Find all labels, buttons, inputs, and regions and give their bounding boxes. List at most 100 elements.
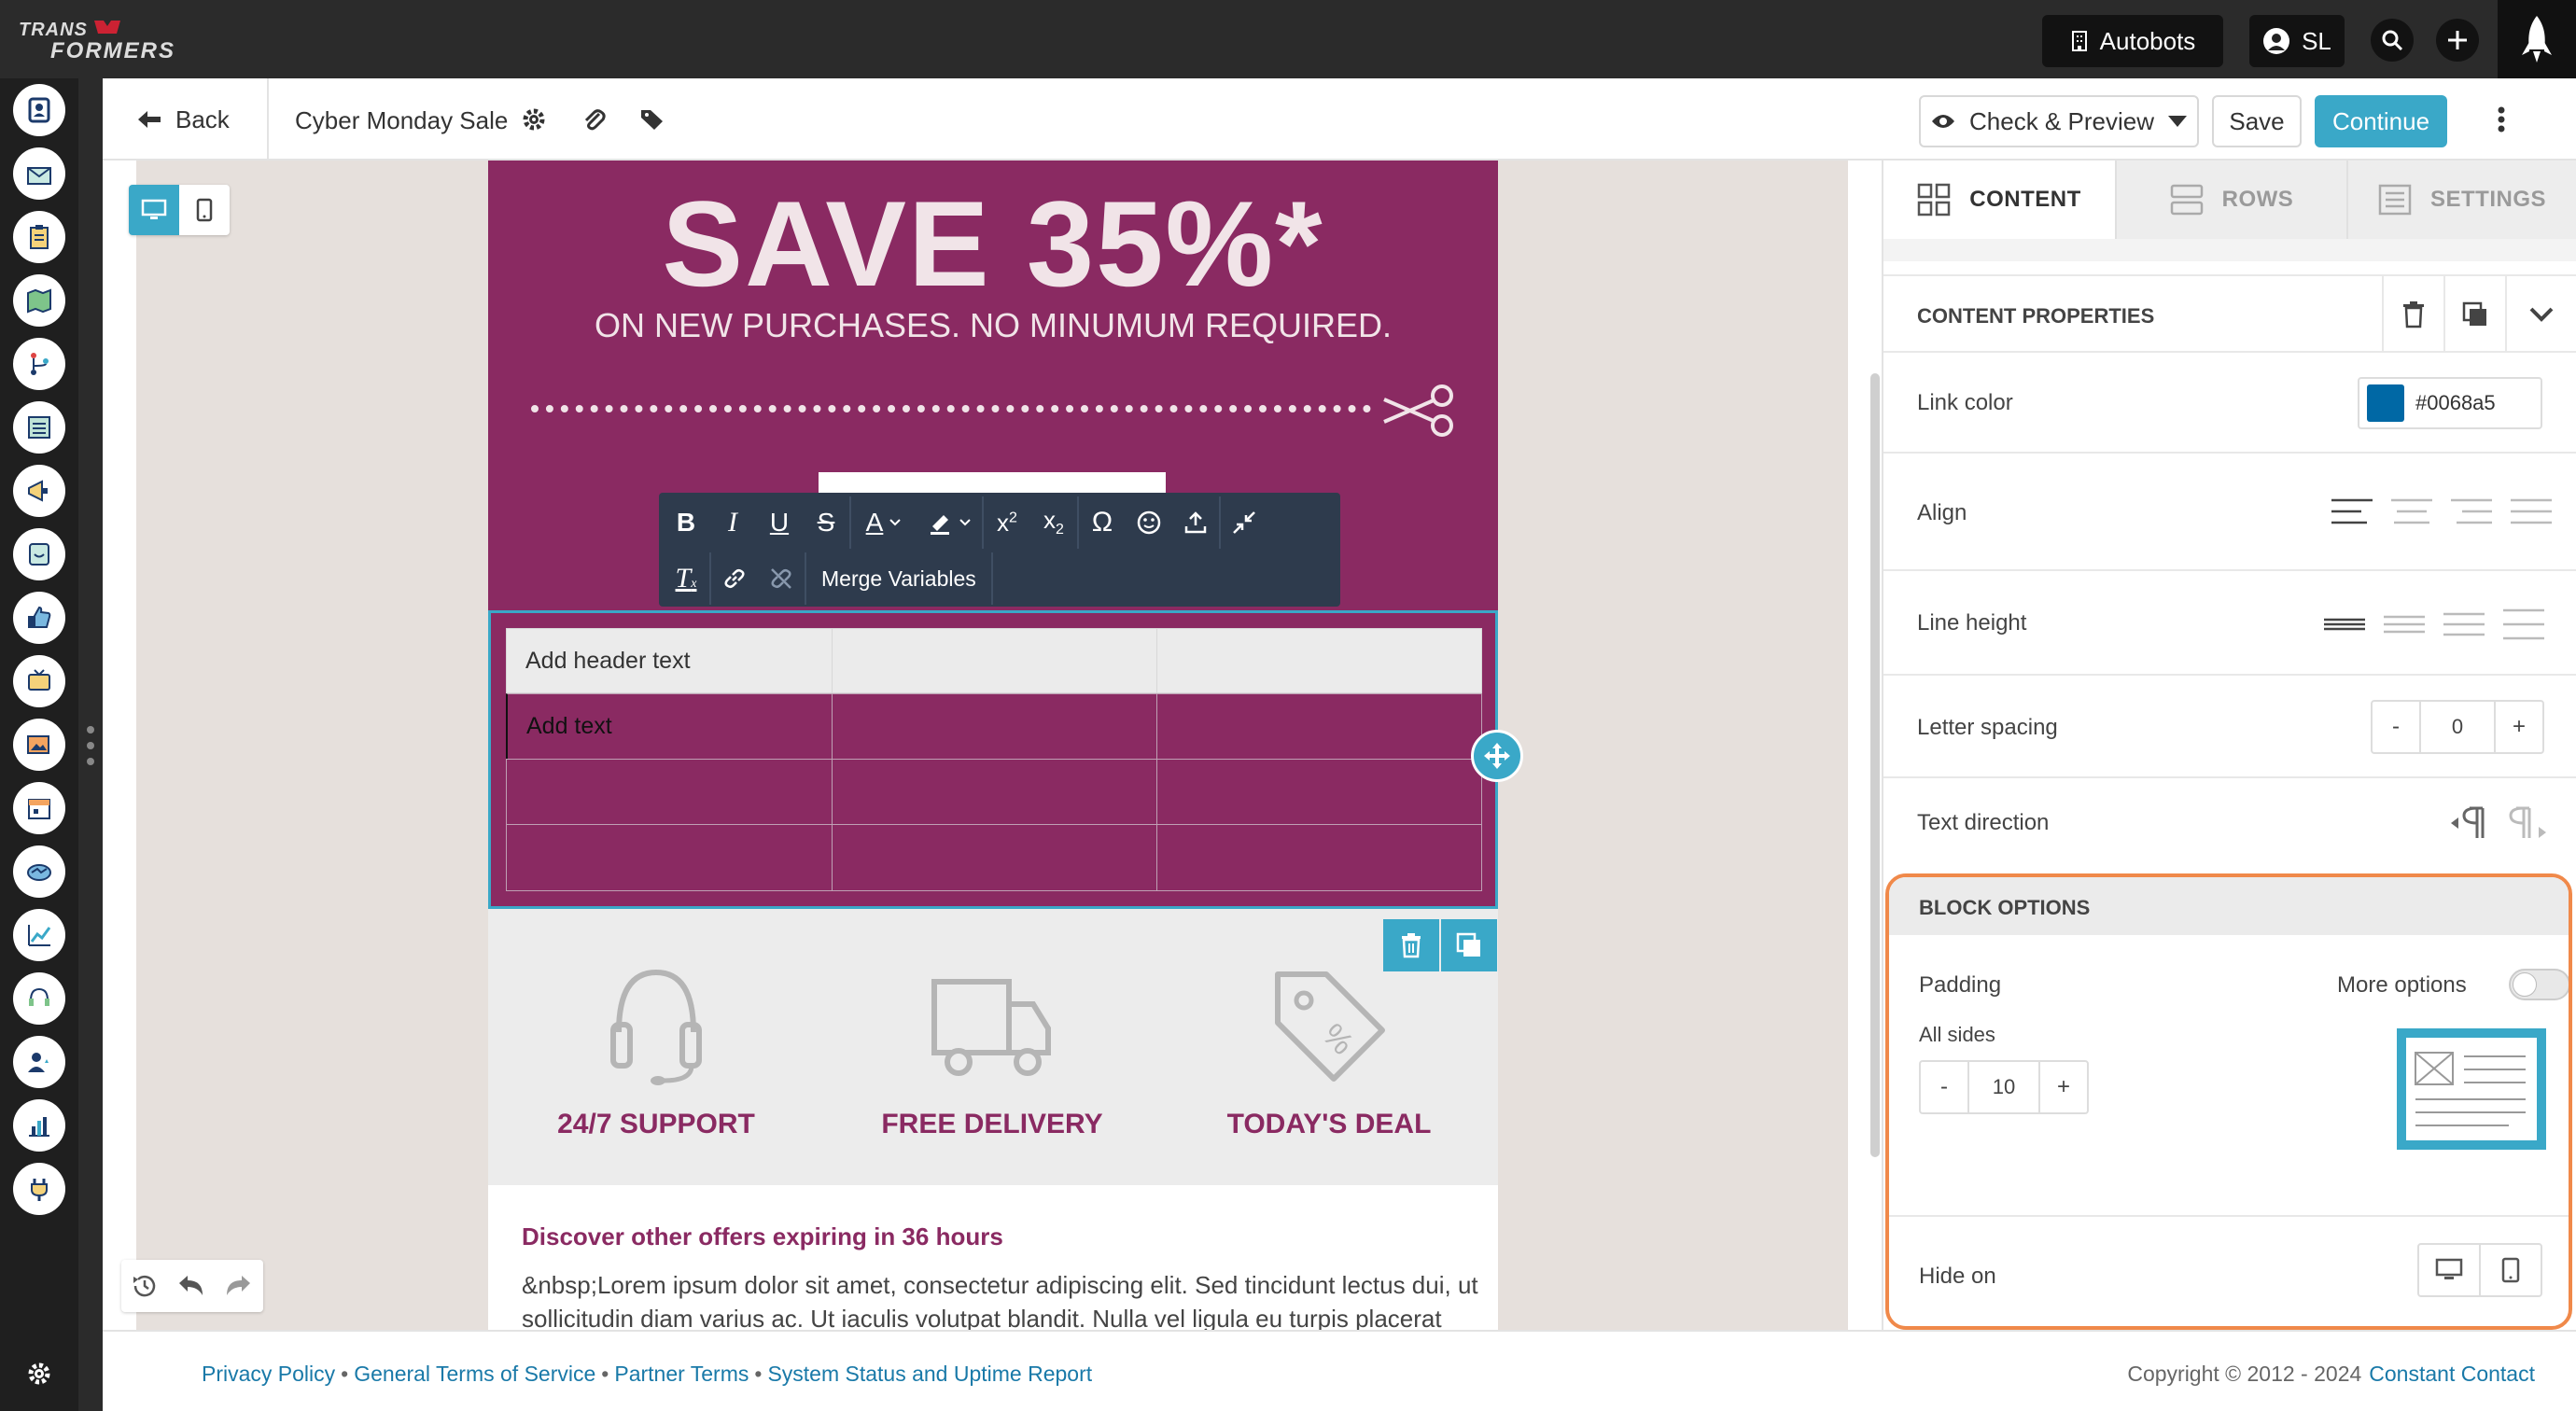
tab-settings[interactable]: SETTINGS bbox=[2346, 161, 2576, 239]
mobile-view-button[interactable] bbox=[179, 185, 230, 235]
link-color-field[interactable]: #0068a5 bbox=[2358, 377, 2542, 429]
align-right-button[interactable] bbox=[2449, 495, 2494, 528]
table-cell[interactable] bbox=[832, 693, 1157, 760]
launch-button[interactable] bbox=[2498, 0, 2576, 78]
padding-increment-button[interactable]: + bbox=[2038, 1062, 2087, 1112]
create-button[interactable] bbox=[2436, 19, 2479, 62]
sidebar-item-lists[interactable] bbox=[13, 401, 65, 454]
sidebar-item-library[interactable] bbox=[13, 719, 65, 771]
line-height-loose-button[interactable] bbox=[2501, 605, 2546, 642]
account-switcher-button[interactable]: Autobots bbox=[2042, 15, 2223, 67]
table-cell[interactable] bbox=[506, 824, 833, 891]
color-swatch[interactable] bbox=[2367, 384, 2404, 422]
redo-button[interactable] bbox=[215, 1260, 261, 1312]
more-options-toggle[interactable] bbox=[2509, 969, 2569, 1000]
table-cell[interactable] bbox=[1156, 824, 1482, 891]
align-left-button[interactable] bbox=[2330, 495, 2374, 528]
privacy-policy-link[interactable]: Privacy Policy bbox=[202, 1362, 335, 1387]
table-cell[interactable] bbox=[832, 824, 1157, 891]
tab-content[interactable]: CONTENT bbox=[1883, 161, 2115, 239]
insert-button[interactable] bbox=[1172, 496, 1219, 549]
sidebar-item-surveys[interactable] bbox=[13, 528, 65, 580]
table-cell[interactable] bbox=[506, 759, 833, 825]
search-button[interactable] bbox=[2371, 19, 2414, 62]
underline-button[interactable]: U bbox=[756, 496, 803, 549]
table-header-cell[interactable] bbox=[832, 628, 1157, 693]
text-direction-rtl-button[interactable] bbox=[2507, 803, 2548, 844]
letter-spacing-input[interactable]: 0 bbox=[2421, 702, 2494, 752]
line-height-relaxed-button[interactable] bbox=[2442, 605, 2486, 642]
collapse-section-button[interactable] bbox=[2505, 276, 2576, 353]
attachments-button[interactable] bbox=[581, 106, 607, 133]
app-logo[interactable]: TRANS FORMERS bbox=[15, 17, 192, 62]
sidebar-item-social[interactable] bbox=[13, 592, 65, 644]
offer-body-line-2[interactable]: sollicitudin diam varius ac. Ut iaculis … bbox=[522, 1305, 1474, 1330]
history-button[interactable] bbox=[121, 1260, 168, 1312]
hide-on-desktop-button[interactable] bbox=[2419, 1245, 2481, 1295]
superscript-button[interactable]: x2 bbox=[984, 496, 1030, 549]
line-height-compact-button[interactable] bbox=[2322, 605, 2367, 642]
sidebar-item-email[interactable] bbox=[13, 147, 65, 200]
campaign-settings-button[interactable] bbox=[521, 106, 547, 133]
check-preview-button[interactable]: Check & Preview bbox=[1919, 95, 2199, 147]
partner-terms-link[interactable]: Partner Terms bbox=[614, 1362, 749, 1387]
sidebar-item-analytics[interactable] bbox=[13, 909, 65, 961]
tab-rows[interactable]: ROWS bbox=[2115, 161, 2346, 239]
delete-block-button[interactable] bbox=[1383, 919, 1439, 971]
sidebar-item-forms[interactable] bbox=[13, 211, 65, 263]
special-characters-button[interactable]: Ω bbox=[1079, 496, 1126, 549]
continue-button[interactable]: Continue bbox=[2315, 95, 2447, 147]
sidebar-item-reports[interactable] bbox=[13, 1099, 65, 1152]
offer-body-line-1[interactable]: &nbsp;Lorem ipsum dolor sit amet, consec… bbox=[522, 1271, 1478, 1300]
constant-contact-link[interactable]: Constant Contact bbox=[2369, 1362, 2535, 1387]
system-status-link[interactable]: System Status and Uptime Report bbox=[767, 1362, 1092, 1387]
merge-variables-button[interactable]: Merge Variables bbox=[806, 552, 991, 605]
back-button[interactable]: Back bbox=[136, 101, 230, 138]
terms-of-service-link[interactable]: General Terms of Service bbox=[354, 1362, 595, 1387]
clear-formatting-button[interactable]: Tx bbox=[663, 552, 709, 605]
user-menu-button[interactable]: SL bbox=[2249, 15, 2345, 67]
padding-input[interactable]: 10 bbox=[1969, 1062, 2038, 1112]
table-cell[interactable] bbox=[1156, 759, 1482, 825]
delete-content-button[interactable] bbox=[2382, 276, 2443, 353]
bold-button[interactable]: B bbox=[663, 496, 709, 549]
padding-decrement-button[interactable]: - bbox=[1921, 1062, 1969, 1112]
more-actions-button[interactable] bbox=[2490, 101, 2513, 138]
offer-heading[interactable]: Discover other offers expiring in 36 hou… bbox=[522, 1222, 1003, 1251]
duplicate-content-button[interactable] bbox=[2443, 276, 2505, 353]
italic-button[interactable]: I bbox=[709, 496, 756, 549]
sidebar-item-partners[interactable] bbox=[13, 845, 65, 898]
letter-spacing-increment-button[interactable]: + bbox=[2494, 702, 2542, 752]
undo-button[interactable] bbox=[168, 1260, 215, 1312]
letter-spacing-decrement-button[interactable]: - bbox=[2373, 702, 2421, 752]
campaign-name[interactable]: Cyber Monday Sale bbox=[295, 106, 508, 135]
sidebar-item-ads[interactable] bbox=[13, 655, 65, 707]
sidebar-item-campaigns[interactable] bbox=[13, 465, 65, 517]
desktop-view-button[interactable] bbox=[129, 185, 179, 235]
sidebar-item-automations[interactable] bbox=[13, 338, 65, 390]
table-header-cell[interactable] bbox=[1156, 628, 1482, 693]
tags-button[interactable] bbox=[638, 106, 666, 133]
move-block-handle[interactable] bbox=[1471, 730, 1523, 782]
link-button[interactable] bbox=[711, 552, 758, 605]
features-block[interactable]: 24/7 SUPPORT FREE DELIVERY % TODAY'S DEA… bbox=[488, 909, 1498, 1185]
table-block[interactable]: Add header text Add text bbox=[488, 610, 1498, 909]
subscript-button[interactable]: x2 bbox=[1030, 496, 1077, 549]
table-header-cell[interactable]: Add header text bbox=[506, 628, 833, 693]
canvas-scrollbar[interactable] bbox=[1870, 373, 1880, 1157]
sidebar-item-integrations[interactable] bbox=[13, 1163, 65, 1215]
font-color-button[interactable]: A bbox=[851, 496, 917, 549]
sidebar-item-events[interactable] bbox=[13, 782, 65, 834]
table-cell[interactable] bbox=[1156, 693, 1482, 760]
sidebar-item-maps[interactable] bbox=[13, 274, 65, 327]
sidebar-item-users[interactable] bbox=[13, 1036, 65, 1088]
align-center-button[interactable] bbox=[2389, 495, 2434, 528]
table-cell[interactable]: Add text bbox=[506, 693, 833, 760]
align-justify-button[interactable] bbox=[2509, 495, 2554, 528]
save-button[interactable]: Save bbox=[2212, 95, 2302, 147]
sidebar-item-contacts[interactable] bbox=[13, 84, 65, 136]
hide-on-mobile-button[interactable] bbox=[2481, 1245, 2541, 1295]
line-height-normal-button[interactable] bbox=[2382, 605, 2427, 642]
emoji-button[interactable] bbox=[1126, 496, 1172, 549]
collapse-toolbar-button[interactable] bbox=[1221, 496, 1267, 549]
